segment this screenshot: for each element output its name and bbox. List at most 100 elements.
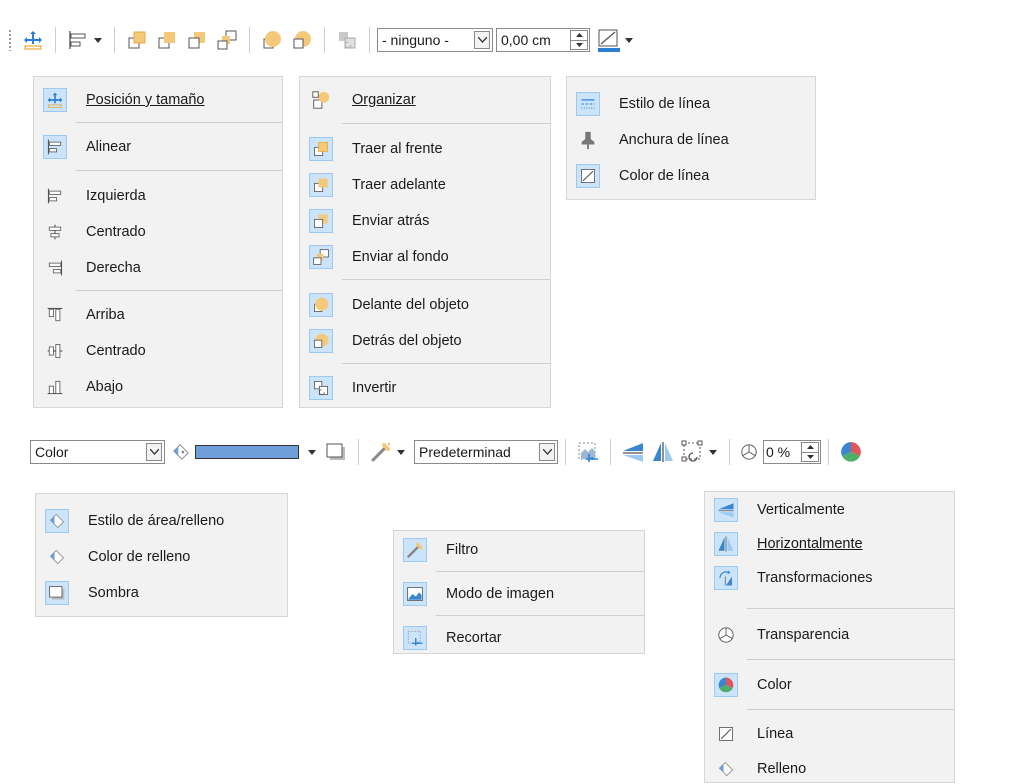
menu-item-arrange[interactable]: Organizar [300, 85, 550, 115]
spin-up-icon[interactable] [802, 443, 818, 452]
shadow-icon [45, 581, 69, 605]
chevron-down-icon [477, 37, 487, 43]
area-style-select[interactable]: Color [30, 440, 165, 464]
shadow-button[interactable] [323, 439, 349, 465]
menu-item-line-style[interactable]: Estilo de línea [567, 89, 815, 119]
menu-item-label: Horizontalmente [757, 536, 863, 552]
area-menu: Estilo de área/relleno Color de relleno … [35, 493, 288, 617]
transparency-spinbox[interactable]: 0 % [763, 440, 821, 464]
send-backward-icon [309, 209, 333, 233]
spin-down-icon[interactable] [571, 39, 587, 50]
position-size-icon [24, 31, 42, 50]
menu-item-align-left[interactable]: Izquierda [34, 181, 282, 211]
align-top-icon [43, 303, 67, 327]
in-front-of-object-icon [263, 31, 281, 49]
menu-separator [747, 608, 954, 609]
line-arrow-style-select[interactable]: - ninguno - [377, 28, 493, 52]
menu-item-send-to-back[interactable]: Enviar al fondo [300, 242, 550, 272]
area-style-dropdown[interactable] [146, 443, 162, 461]
fill-color-swatch[interactable] [195, 445, 299, 459]
menu-item-bring-forward[interactable]: Traer adelante [300, 170, 550, 200]
menu-item-fill[interactable]: Relleno [705, 754, 954, 784]
color-button[interactable] [838, 439, 864, 465]
menu-item-label: Transparencia [757, 627, 850, 643]
send-to-back-icon [217, 30, 237, 50]
transparency-spinner[interactable] [801, 442, 819, 462]
menu-item-fill-color[interactable]: Color de relleno [36, 542, 287, 572]
chevron-down-icon [149, 449, 159, 455]
line-width-spinner[interactable] [570, 30, 588, 50]
position-size-icon [43, 88, 67, 112]
in-front-of-object-button[interactable] [259, 27, 285, 53]
line-color-button[interactable] [596, 27, 622, 53]
position-size-button[interactable] [20, 27, 46, 53]
line-color-dropdown[interactable] [624, 37, 634, 43]
menu-item-align-center[interactable]: Centrado [34, 217, 282, 247]
menu-item-reverse[interactable]: Invertir [300, 373, 550, 403]
line-arrow-style-dropdown[interactable] [474, 31, 490, 49]
image-mode-select[interactable]: Predeterminad [414, 440, 558, 464]
flip-horizontal-button[interactable] [650, 439, 676, 465]
filter-button[interactable] [368, 439, 394, 465]
menu-item-crop[interactable]: Recortar [394, 623, 644, 653]
menu-item-align-middle[interactable]: Centrado [34, 336, 282, 366]
menu-item-in-front-of-object[interactable]: Delante del objeto [300, 290, 550, 320]
crop-button[interactable] [575, 439, 601, 465]
fill-color-dropdown[interactable] [307, 449, 317, 455]
bring-to-front-button[interactable] [124, 27, 150, 53]
line-width-spinbox[interactable]: 0,00 cm [496, 28, 590, 52]
menu-item-behind-object[interactable]: Detrás del objeto [300, 326, 550, 356]
menu-item-transparency[interactable]: Transparencia [705, 620, 954, 650]
toolbar-separator [610, 439, 611, 465]
flip-vertical-button[interactable] [620, 439, 646, 465]
spin-down-icon[interactable] [802, 451, 818, 462]
toolbar-separator [55, 27, 56, 53]
align-icon [43, 135, 67, 159]
toolbar-separator [729, 439, 730, 465]
menu-item-position-size[interactable]: Posición y tamaño [34, 85, 282, 115]
image-mode-dropdown[interactable] [539, 443, 555, 461]
behind-object-button[interactable] [289, 27, 315, 53]
fill-color-icon-button[interactable] [169, 439, 193, 465]
align-dropdown[interactable] [93, 37, 103, 43]
color-icon [714, 673, 738, 697]
menu-item-align-top[interactable]: Arriba [34, 300, 282, 330]
toolbar-grip[interactable] [8, 29, 12, 51]
menu-item-align-bottom[interactable]: Abajo [34, 372, 282, 402]
reverse-button[interactable] [334, 27, 360, 53]
spin-up-icon[interactable] [571, 31, 587, 40]
menu-item-flip-horizontal[interactable]: Horizontalmente [705, 529, 954, 559]
menu-item-align-right[interactable]: Derecha [34, 253, 282, 283]
menu-item-filter[interactable]: Filtro [394, 535, 644, 565]
menu-item-area-style[interactable]: Estilo de área/relleno [36, 506, 287, 536]
transformations-icon [714, 566, 738, 590]
menu-separator [342, 123, 550, 124]
shadow-icon [326, 443, 345, 460]
menu-item-shadow[interactable]: Sombra [36, 578, 287, 608]
toolbar-separator [114, 27, 115, 53]
toolbar-separator [369, 27, 370, 53]
menu-item-transformations[interactable]: Transformaciones [705, 563, 954, 593]
menu-item-line-color[interactable]: Color de línea [567, 161, 815, 191]
menu-item-send-backward[interactable]: Enviar atrás [300, 206, 550, 236]
transformations-dropdown[interactable] [708, 449, 718, 455]
transformations-button[interactable] [680, 439, 706, 465]
line-arrow-style-value: - ninguno - [382, 32, 449, 48]
send-backward-button[interactable] [184, 27, 210, 53]
filter-icon [371, 443, 390, 462]
filter-dropdown[interactable] [396, 449, 406, 455]
align-button[interactable] [65, 27, 91, 53]
menu-item-align[interactable]: Alinear [34, 132, 282, 162]
menu-item-flip-vertical[interactable]: Verticalmente [705, 495, 954, 525]
menu-item-line-width[interactable]: Anchura de línea [567, 125, 815, 155]
bring-forward-button[interactable] [154, 27, 180, 53]
transparency-icon [741, 444, 757, 460]
menu-item-color[interactable]: Color [705, 670, 954, 700]
align-right-icon [43, 256, 67, 280]
menu-item-image-mode[interactable]: Modo de imagen [394, 579, 644, 609]
menu-item-line[interactable]: Línea [705, 719, 954, 749]
send-to-back-button[interactable] [214, 27, 240, 53]
menu-item-label: Centrado [86, 224, 146, 240]
menu-item-label: Arriba [86, 307, 125, 323]
menu-item-bring-to-front[interactable]: Traer al frente [300, 134, 550, 164]
